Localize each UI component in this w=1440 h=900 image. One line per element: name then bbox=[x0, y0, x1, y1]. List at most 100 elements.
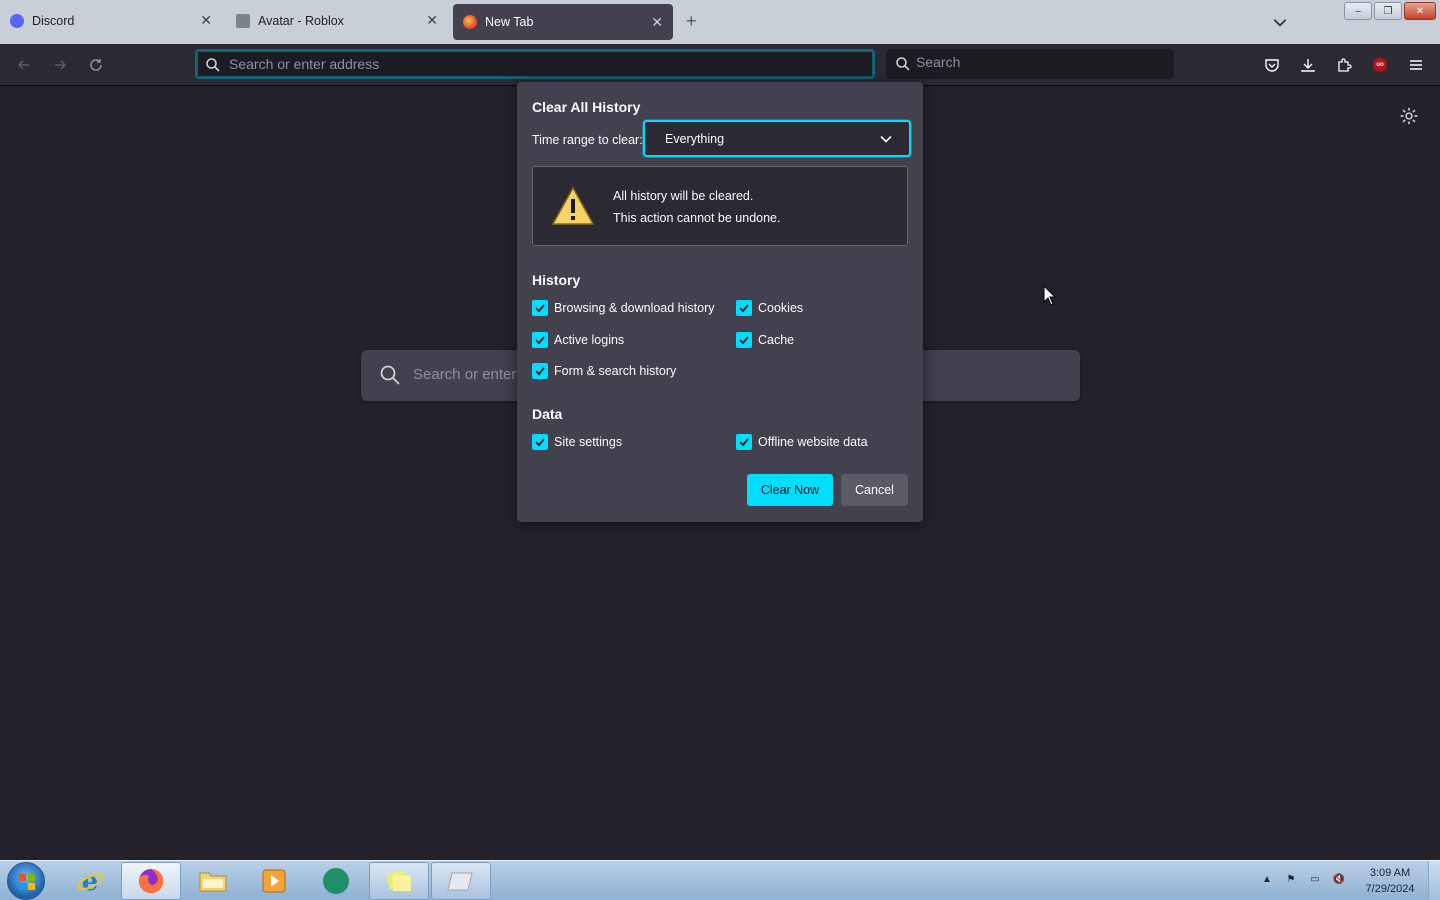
taskbar-app-green[interactable] bbox=[306, 862, 366, 900]
puzzle-icon bbox=[1338, 58, 1352, 72]
search-bar[interactable] bbox=[886, 49, 1174, 79]
checkbox-label: Browsing & download history bbox=[554, 301, 715, 315]
window-app-icon bbox=[447, 872, 473, 891]
search-icon bbox=[896, 57, 910, 71]
time-range-select[interactable]: Everything bbox=[643, 120, 911, 157]
tab-discord[interactable]: Discord ✕ bbox=[0, 2, 222, 40]
sticky-notes-icon bbox=[386, 870, 411, 891]
taskbar-window-app[interactable] bbox=[431, 862, 491, 900]
internet-explorer-icon: e bbox=[77, 867, 103, 896]
close-window-button[interactable]: ✕ bbox=[1404, 2, 1436, 20]
checkbox-cookies[interactable]: Cookies bbox=[736, 300, 803, 316]
checkbox-active-logins[interactable]: Active logins bbox=[532, 332, 624, 348]
checkmark-icon bbox=[532, 434, 548, 450]
restore-button[interactable]: ❐ bbox=[1374, 2, 1402, 20]
pocket-button[interactable] bbox=[1262, 55, 1282, 75]
show-desktop-button[interactable] bbox=[1428, 861, 1440, 900]
download-icon bbox=[1301, 59, 1315, 72]
action-center-flag-icon[interactable]: ⚑ bbox=[1284, 872, 1298, 886]
search-icon bbox=[380, 365, 400, 385]
tab-title: Discord bbox=[32, 14, 75, 28]
tab-new-tab[interactable]: New Tab ✕ bbox=[453, 4, 673, 40]
dialog-title: Clear All History bbox=[532, 99, 641, 115]
checkbox-label: Site settings bbox=[554, 435, 623, 449]
network-icon[interactable]: ▭ bbox=[1308, 872, 1322, 886]
volume-muted-icon[interactable]: 🔇 bbox=[1332, 872, 1346, 886]
firefox-icon bbox=[139, 868, 164, 893]
back-button[interactable] bbox=[14, 55, 34, 75]
reload-icon bbox=[90, 59, 102, 71]
roblox-icon bbox=[236, 14, 250, 28]
checkbox-offline-website-data[interactable]: Offline website data bbox=[736, 434, 868, 450]
checkmark-icon bbox=[736, 332, 752, 348]
data-heading: Data bbox=[532, 406, 563, 422]
forward-arrow-icon bbox=[55, 60, 67, 70]
minimize-button[interactable]: – bbox=[1344, 2, 1372, 20]
checkbox-label: Cache bbox=[758, 333, 795, 347]
checkbox-label: Cookies bbox=[758, 301, 804, 315]
close-tab-icon[interactable]: ✕ bbox=[651, 15, 663, 29]
time-range-label: Time range to clear: bbox=[532, 133, 643, 147]
checkbox-label: Form & search history bbox=[554, 364, 677, 378]
taskbar-file-explorer[interactable] bbox=[183, 862, 243, 900]
start-button[interactable] bbox=[7, 862, 45, 900]
address-input[interactable] bbox=[229, 56, 829, 72]
address-bar[interactable] bbox=[195, 49, 875, 79]
checkbox-browsing-download-history[interactable]: Browsing & download history bbox=[532, 300, 715, 316]
checkmark-icon bbox=[532, 332, 548, 348]
gear-icon[interactable] bbox=[1398, 105, 1420, 127]
media-player-icon bbox=[262, 869, 286, 893]
checkmark-icon bbox=[532, 363, 548, 379]
windows-taskbar: e ▲ ⚑ ▭ 🔇 3:09 AM 7/29/2024 bbox=[0, 860, 1440, 900]
taskbar-sticky-notes[interactable] bbox=[369, 862, 429, 900]
taskbar-media-player[interactable] bbox=[244, 862, 304, 900]
extensions-button[interactable] bbox=[1334, 55, 1354, 75]
checkmark-icon bbox=[736, 434, 752, 450]
checkbox-label: Active logins bbox=[554, 333, 625, 347]
new-tab-plus-icon[interactable]: + bbox=[686, 12, 697, 30]
checkmark-icon bbox=[532, 300, 548, 316]
mouse-cursor-icon bbox=[1043, 285, 1057, 306]
close-tab-icon[interactable]: ✕ bbox=[200, 13, 212, 27]
taskbar-firefox[interactable] bbox=[121, 862, 181, 900]
warning-box: All history will be cleared. This action… bbox=[532, 166, 908, 246]
checkbox-cache[interactable]: Cache bbox=[736, 332, 794, 348]
checkbox-form-search-history[interactable]: Form & search history bbox=[532, 363, 676, 379]
cancel-button[interactable]: Cancel bbox=[841, 474, 908, 506]
folder-icon bbox=[199, 872, 227, 892]
svg-text:e: e bbox=[82, 867, 99, 896]
tab-title: Avatar - Roblox bbox=[258, 14, 344, 28]
reload-button[interactable] bbox=[86, 55, 106, 75]
system-tray: ▲ ⚑ ▭ 🔇 bbox=[1260, 872, 1346, 886]
clear-now-button[interactable]: Clear Now bbox=[747, 474, 833, 506]
search-icon bbox=[206, 58, 220, 72]
close-tab-icon[interactable]: ✕ bbox=[426, 13, 438, 27]
taskbar-internet-explorer[interactable]: e bbox=[60, 862, 120, 900]
checkbox-label: Offline website data bbox=[758, 435, 868, 449]
ublock-button[interactable]: uo bbox=[1370, 55, 1390, 75]
checkmark-icon bbox=[736, 300, 752, 316]
time-range-value: Everything bbox=[665, 132, 725, 146]
warning-text-line2: This action cannot be undone. bbox=[613, 211, 781, 225]
clear-history-dialog: Clear All History Time range to clear: E… bbox=[517, 82, 923, 522]
warning-triangle-icon bbox=[551, 186, 595, 225]
search-input[interactable] bbox=[916, 54, 1156, 70]
tab-list-chevron-icon[interactable] bbox=[1271, 13, 1289, 31]
green-app-icon bbox=[323, 868, 349, 894]
clock-time: 3:09 AM bbox=[1369, 867, 1411, 879]
discord-icon bbox=[10, 14, 24, 28]
show-hidden-icons-icon[interactable]: ▲ bbox=[1260, 872, 1274, 886]
taskbar-clock[interactable]: 3:09 AM 7/29/2024 bbox=[1360, 865, 1420, 897]
tab-title: New Tab bbox=[485, 15, 534, 29]
app-menu-button[interactable] bbox=[1406, 55, 1426, 75]
forward-button[interactable] bbox=[50, 55, 70, 75]
back-arrow-icon bbox=[17, 60, 29, 70]
tab-roblox[interactable]: Avatar - Roblox ✕ bbox=[226, 2, 448, 40]
pocket-icon bbox=[1265, 59, 1279, 72]
checkbox-site-settings[interactable]: Site settings bbox=[532, 434, 622, 450]
firefox-icon bbox=[463, 15, 477, 29]
navigation-toolbar: uo bbox=[0, 44, 1440, 86]
ublock-origin-icon: uo bbox=[1373, 58, 1387, 72]
tab-strip: Discord ✕ Avatar - Roblox ✕ New Tab ✕ + … bbox=[0, 0, 1440, 44]
downloads-button[interactable] bbox=[1298, 55, 1318, 75]
